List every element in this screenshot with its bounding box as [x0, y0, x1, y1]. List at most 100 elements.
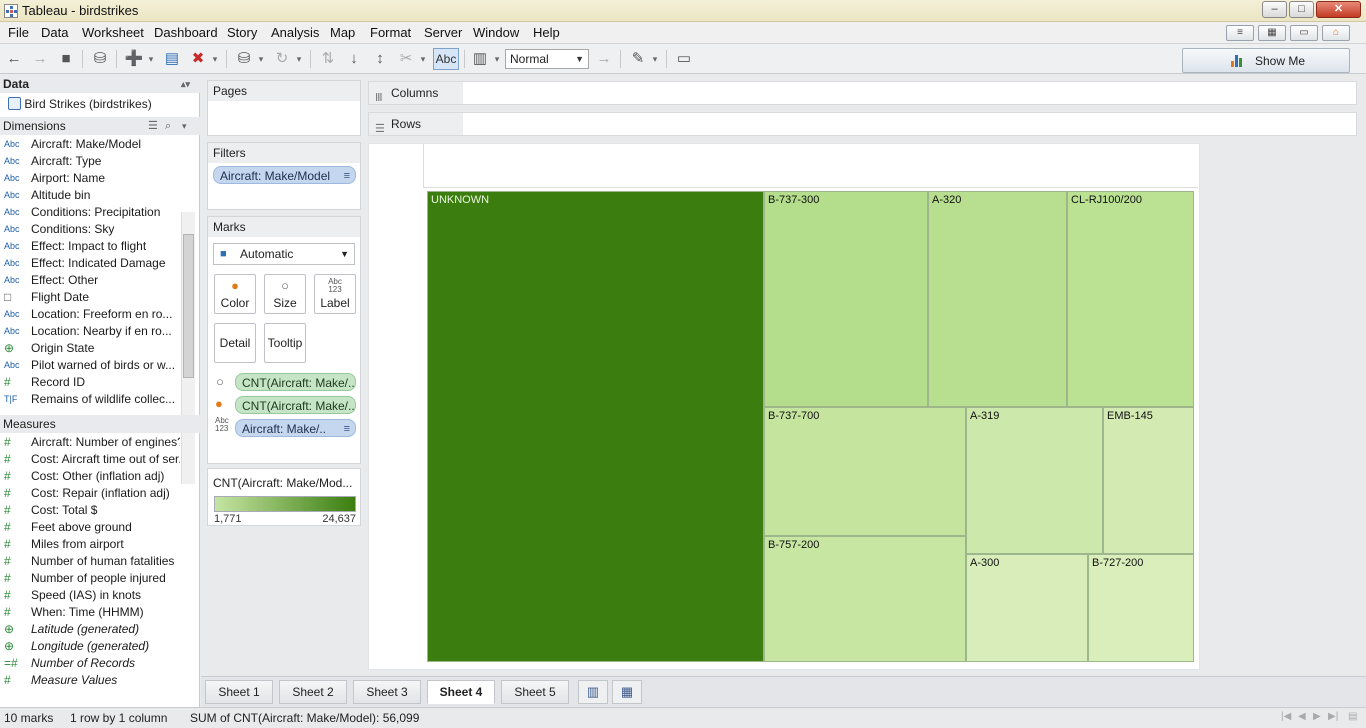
treemap-tile[interactable]: B-737-300 — [764, 191, 928, 407]
detail-mark-button[interactable]: Detail — [214, 323, 256, 363]
menu-data[interactable]: Data — [41, 25, 68, 40]
fixed-axes-icon[interactable]: ▥ — [470, 49, 490, 69]
menu-map[interactable]: Map — [330, 25, 355, 40]
mark-type-select[interactable]: ■ Automatic ▼ — [213, 243, 355, 265]
menu-worksheet[interactable]: Worksheet — [82, 25, 144, 40]
measure-field[interactable]: # Cost: Aircraft time out of ser... — [0, 451, 180, 468]
measure-field[interactable]: # Cost: Other (inflation adj) — [0, 468, 180, 485]
menu-help[interactable]: Help — [533, 25, 560, 40]
treemap-tile[interactable]: CL-RJ100/200 — [1067, 191, 1194, 407]
next-sheet-icon[interactable]: ▶ — [1313, 711, 1321, 722]
sort-ascending-icon[interactable]: ↓ — [344, 49, 364, 69]
datasource-item[interactable]: Bird Strikes (birdstrikes) — [8, 97, 152, 111]
maximize-button[interactable]: □ — [1289, 1, 1314, 18]
dimension-field[interactable]: Abc Location: Nearby if en ro... — [0, 323, 180, 340]
new-worksheet-icon[interactable]: ➕ — [124, 49, 144, 69]
prev-sheet-icon[interactable]: ◀ — [1298, 711, 1306, 722]
last-sheet-icon[interactable]: ▶| — [1328, 711, 1338, 722]
tab-sheet-3[interactable]: Sheet 3 — [353, 680, 421, 704]
dimension-field[interactable]: Abc Altitude bin — [0, 187, 180, 204]
pane-menu-icon[interactable]: ▴▾ — [181, 75, 190, 93]
close-button[interactable]: ✕ — [1316, 1, 1361, 18]
tab-sheet-4[interactable]: Sheet 4 — [427, 680, 495, 704]
dimension-field[interactable]: ⊕ Origin State — [0, 340, 180, 357]
new-worksheet-icon[interactable]: ▥ — [578, 680, 608, 704]
first-sheet-icon[interactable]: |◀ — [1281, 711, 1291, 722]
measure-field[interactable]: # Measure Values — [0, 672, 180, 689]
chevron-down-icon[interactable]: ▾ — [295, 49, 303, 69]
color-legend[interactable]: CNT(Aircraft: Make/Mod... 1,771 24,637 — [207, 468, 361, 526]
menu-analysis[interactable]: Analysis — [271, 25, 319, 40]
dimensions-scrollbar[interactable] — [181, 212, 195, 484]
chevron-down-icon[interactable]: ▾ — [651, 49, 659, 69]
pages-card[interactable]: Pages — [207, 80, 361, 136]
label-pill[interactable]: Aircraft: Make/.. ≡ — [235, 419, 356, 437]
presentation-mode-icon[interactable]: ▭ — [674, 49, 694, 69]
measure-field[interactable]: # Cost: Total $ — [0, 502, 180, 519]
measure-field[interactable]: ⊕ Latitude (generated) — [0, 621, 180, 638]
color-pill[interactable]: CNT(Aircraft: Make/.. — [235, 396, 356, 414]
treemap-tile[interactable]: A-300 — [966, 554, 1088, 662]
chevron-down-icon[interactable]: ▾ — [493, 49, 501, 69]
dimension-field[interactable]: Abc Conditions: Sky — [0, 221, 180, 238]
pin-icon[interactable]: → — [594, 49, 614, 69]
chevron-down-icon[interactable]: ▾ — [182, 117, 187, 135]
menu-file[interactable]: File — [8, 25, 29, 40]
chevron-down-icon[interactable]: ▾ — [419, 49, 427, 69]
chevron-down-icon[interactable]: ▾ — [147, 49, 155, 69]
measure-field[interactable]: # Feet above ground — [0, 519, 180, 536]
sort-descending-icon[interactable]: ↕ — [370, 49, 390, 69]
chevron-down-icon[interactable]: ▾ — [257, 49, 265, 69]
new-dashboard-icon[interactable]: ▦ — [612, 680, 642, 704]
scrollbar-thumb[interactable] — [183, 234, 194, 378]
dimension-field[interactable]: Abc Conditions: Precipitation — [0, 204, 180, 221]
menu-window[interactable]: Window — [473, 25, 519, 40]
treemap-tile[interactable]: EMB-145 — [1103, 407, 1194, 554]
measure-field[interactable]: # Miles from airport — [0, 536, 180, 553]
view-list-icon[interactable]: ☰ — [148, 117, 158, 135]
tab-sheet-5[interactable]: Sheet 5 — [501, 680, 569, 704]
dimension-field[interactable]: T|F Remains of wildlife collec... — [0, 391, 180, 408]
highlight-icon[interactable]: ✎ — [628, 49, 648, 69]
new-datasource-icon[interactable]: ⛁ — [90, 49, 110, 69]
dimension-field[interactable]: Abc Airport: Name — [0, 170, 180, 187]
dimension-field[interactable]: Abc Pilot warned of birds or w... — [0, 357, 180, 374]
color-mark-button[interactable]: ● Color — [214, 274, 256, 314]
treemap-tile[interactable]: B-757-200 — [764, 536, 966, 662]
sheet-sorter-icon[interactable]: ▤ — [1348, 711, 1357, 722]
view-datasource-icon[interactable]: ▭ — [1290, 25, 1318, 41]
label-mark-button[interactable]: Abc 123 Label — [314, 274, 356, 314]
menu-story[interactable]: Story — [227, 25, 257, 40]
view-grid-icon[interactable]: ▦ — [1258, 25, 1286, 41]
measure-field[interactable]: # When: Time (HHMM) — [0, 604, 180, 621]
measure-field[interactable]: # Cost: Repair (inflation adj) — [0, 485, 180, 502]
swap-icon[interactable]: ⇅ — [318, 49, 338, 69]
dimension-field[interactable]: Abc Location: Freeform en ro... — [0, 306, 180, 323]
measure-field[interactable]: # Aircraft: Number of engines? — [0, 434, 180, 451]
filter-pill[interactable]: Aircraft: Make/Model ≡ — [213, 166, 356, 184]
size-mark-button[interactable]: ○ Size — [264, 274, 306, 314]
search-icon[interactable]: ⌕ — [165, 117, 171, 135]
dimension-field[interactable]: Abc Effect: Other — [0, 272, 180, 289]
menu-dashboard[interactable]: Dashboard — [154, 25, 218, 40]
tooltip-mark-button[interactable]: Tooltip — [264, 323, 306, 363]
filters-card[interactable]: Filters Aircraft: Make/Model ≡ — [207, 142, 361, 210]
dimension-field[interactable]: □ Flight Date — [0, 289, 180, 306]
dimension-field[interactable]: Abc Effect: Indicated Damage — [0, 255, 180, 272]
minimize-button[interactable]: – — [1262, 1, 1287, 18]
treemap-tile[interactable]: A-319 — [966, 407, 1103, 554]
measure-field[interactable]: ⊕ Longitude (generated) — [0, 638, 180, 655]
show-me-button[interactable]: Show Me — [1182, 48, 1350, 73]
menu-server[interactable]: Server — [424, 25, 462, 40]
measure-field[interactable]: # Number of people injured — [0, 570, 180, 587]
refresh-icon[interactable]: ↻ — [272, 49, 292, 69]
pause-updates-icon[interactable]: ⛁ — [234, 49, 254, 69]
treemap-tile[interactable]: UNKNOWN — [427, 191, 764, 662]
measure-field[interactable]: # Number of human fatalities — [0, 553, 180, 570]
measure-field[interactable]: # Speed (IAS) in knots — [0, 587, 180, 604]
rows-shelf[interactable]: ☰ Rows — [368, 112, 1357, 136]
redo-icon[interactable]: → — [30, 49, 50, 69]
fit-select[interactable]: Normal ▼ — [505, 49, 589, 69]
clear-sheet-icon[interactable]: ✖ — [188, 49, 208, 69]
dimension-field[interactable]: Abc Effect: Impact to flight — [0, 238, 180, 255]
